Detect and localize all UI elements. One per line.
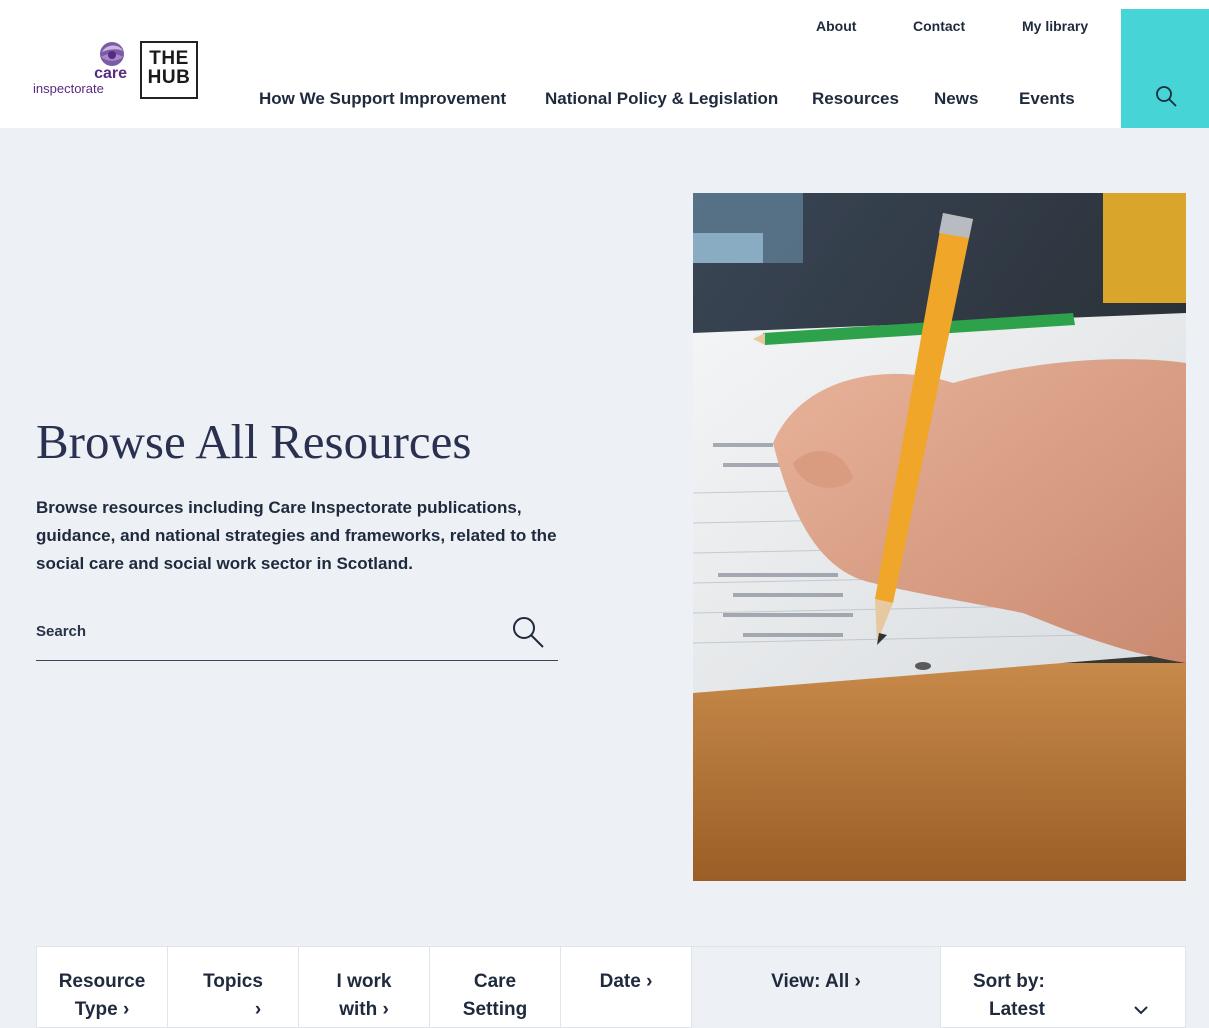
logo-hub-line2: HUB xyxy=(147,67,191,88)
view-all-toggle[interactable]: View: All › xyxy=(692,947,941,1028)
filter-resource-type[interactable]: Resource Type › xyxy=(37,947,168,1028)
sort-by-label: Sort by: xyxy=(973,971,1045,992)
writing-photo xyxy=(693,193,1186,881)
filter-date-label: Date › xyxy=(561,968,691,996)
sort-by-value: Latest xyxy=(989,999,1045,1020)
filter-care-setting-label: Care Setting xyxy=(430,968,560,1024)
view-all-label: View: All › xyxy=(692,968,940,996)
search-input[interactable] xyxy=(36,619,496,643)
filter-label-line2: with xyxy=(339,999,378,1020)
nav-national-policy-legislation[interactable]: National Policy & Legislation xyxy=(545,89,778,109)
filter-label-line2: Setting xyxy=(462,999,528,1020)
nav-resources[interactable]: Resources xyxy=(812,89,899,109)
search-icon[interactable] xyxy=(511,615,545,649)
main-nav: How We Support Improvement National Poli… xyxy=(0,89,1209,111)
utility-nav: About Contact My library xyxy=(0,17,1209,37)
filter-label-line2: Type xyxy=(74,999,118,1020)
logo-care-text: care xyxy=(94,65,127,82)
header-search-button[interactable] xyxy=(1121,9,1209,128)
resource-search-field xyxy=(36,611,558,661)
filter-label-line1: Topics xyxy=(203,971,263,992)
filter-label-line1: Care xyxy=(473,971,517,992)
filter-i-work-with-label: I work with › xyxy=(299,968,429,1024)
filter-care-setting[interactable]: Care Setting xyxy=(430,947,561,1028)
chevron-right-icon: › xyxy=(254,999,262,1020)
filter-bar: Resource Type › Topics › I work with › C… xyxy=(36,946,1186,1028)
nav-my-library-link[interactable]: My library xyxy=(1022,17,1088,35)
hero-description: Browse resources including Care Inspecto… xyxy=(36,498,557,573)
nav-events[interactable]: Events xyxy=(1019,89,1075,109)
filter-i-work-with[interactable]: I work with › xyxy=(299,947,430,1028)
filter-label-line1: I work xyxy=(336,971,392,992)
chevron-right-icon: › xyxy=(854,971,861,992)
nav-about-link[interactable]: About xyxy=(816,17,856,35)
page-title: Browse All Resources xyxy=(36,414,472,469)
filter-topics[interactable]: Topics › xyxy=(168,947,299,1028)
chevron-right-icon: › xyxy=(646,971,653,992)
sort-by-dropdown[interactable]: Sort by: Latest xyxy=(941,947,1185,1028)
chevron-right-icon: › xyxy=(122,999,130,1020)
site-header: care inspectorate THE HUB About Contact … xyxy=(0,0,1209,128)
filter-label-line1: Resource xyxy=(58,971,146,992)
filter-label-line1: Date xyxy=(599,971,641,992)
chevron-down-icon xyxy=(1134,1006,1148,1015)
nav-how-we-support-improvement[interactable]: How We Support Improvement xyxy=(259,89,506,109)
filter-date[interactable]: Date › xyxy=(561,947,692,1028)
logo-hub-line1: THE xyxy=(149,48,189,69)
view-label: View: All xyxy=(771,971,850,992)
filter-resource-type-label: Resource Type › xyxy=(37,968,167,1024)
search-icon xyxy=(1156,86,1177,107)
filter-topics-label: Topics › xyxy=(168,968,298,1024)
chevron-right-icon: › xyxy=(382,999,389,1020)
nav-news[interactable]: News xyxy=(934,89,978,109)
nav-contact-link[interactable]: Contact xyxy=(913,17,965,35)
hero-section: Browse All Resources Browse resources in… xyxy=(0,128,1209,1028)
hero-image-writing xyxy=(693,193,1186,881)
